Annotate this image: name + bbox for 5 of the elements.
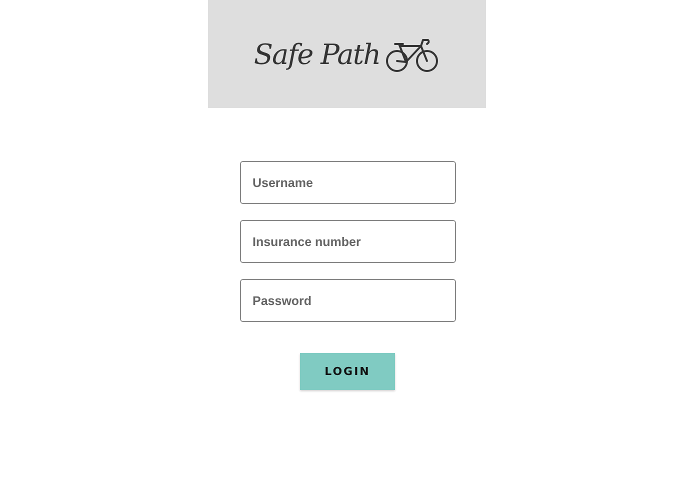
input-field[interactable]: Username	[240, 161, 456, 204]
input-field[interactable]: Insurance number	[240, 220, 456, 263]
input-field[interactable]: Password	[240, 279, 456, 322]
logo-text: Safe Path	[254, 38, 380, 70]
login-button[interactable]: LOGIN	[300, 353, 395, 390]
